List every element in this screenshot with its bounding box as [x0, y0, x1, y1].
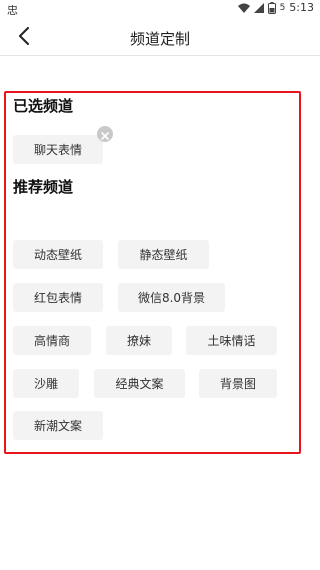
nav-bar: 频道定制: [0, 18, 320, 56]
selected-section-title: 已选频道: [13, 97, 74, 115]
close-icon: [101, 125, 109, 144]
recommended-chip[interactable]: 撩妹: [106, 326, 172, 355]
signal-icon: [253, 2, 264, 13]
status-bar: 忠 5 5:13: [0, 0, 320, 18]
battery-level: 5: [279, 2, 286, 13]
remove-chip-button[interactable]: [97, 126, 113, 142]
selected-chip[interactable]: 聊天表情: [13, 135, 103, 164]
recommended-chip[interactable]: 新潮文案: [13, 411, 103, 440]
wifi-icon: [237, 3, 250, 13]
recommended-chip[interactable]: 微信8.0背景: [118, 283, 225, 312]
page-title: 频道定制: [129, 30, 190, 48]
recommended-chip[interactable]: 静态壁纸: [118, 240, 209, 269]
battery-icon: [267, 1, 276, 14]
recommended-chip[interactable]: 经典文案: [94, 369, 185, 398]
status-notification-icon: 忠: [7, 4, 18, 17]
status-time: 5:13: [289, 1, 314, 14]
recommended-chip[interactable]: 高情商: [13, 326, 91, 355]
recommended-chip[interactable]: 沙雕: [13, 369, 79, 398]
recommended-chip[interactable]: 背景图: [199, 369, 277, 398]
recommended-section-title: 推荐频道: [13, 178, 74, 196]
recommended-chip[interactable]: 红包表情: [13, 283, 103, 312]
recommended-chip[interactable]: 动态壁纸: [13, 240, 103, 269]
recommended-chip[interactable]: 土味情话: [186, 326, 277, 355]
status-indicators: 5 5:13: [237, 1, 314, 14]
